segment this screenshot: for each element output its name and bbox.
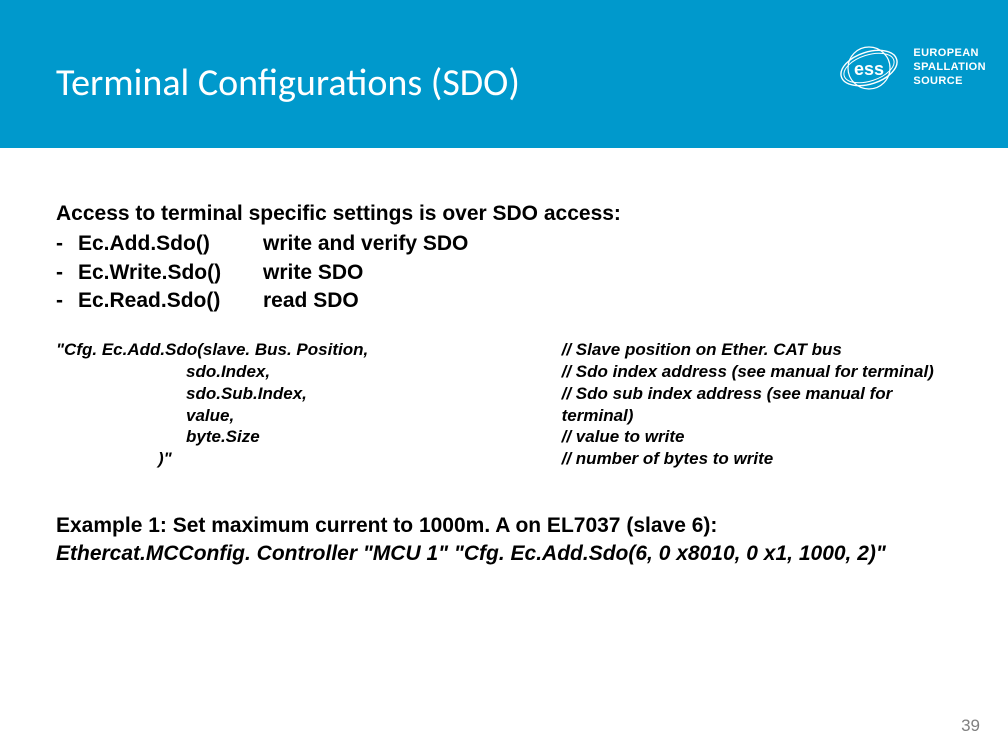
ess-logo-mark: ess xyxy=(837,36,901,100)
code-end: )" xyxy=(56,448,507,470)
function-desc: write SDO xyxy=(263,259,363,287)
code-comments: // Slave position on Ether. CAT bus // S… xyxy=(562,339,952,470)
comment-line: // Slave position on Ether. CAT bus xyxy=(562,339,952,361)
intro-text: Access to terminal specific settings is … xyxy=(56,200,952,228)
code-block: "Cfg. Ec.Add.Sdo(slave. Bus. Position, s… xyxy=(56,339,952,470)
function-row: - Ec.Read.Sdo() read SDO xyxy=(56,287,952,315)
bullet-dash: - xyxy=(56,259,78,287)
bullet-dash: - xyxy=(56,287,78,315)
code-line: "Cfg. Ec.Add.Sdo(slave. Bus. Position, xyxy=(56,339,507,361)
function-desc: read SDO xyxy=(263,287,359,315)
function-row: - Ec.Add.Sdo() write and verify SDO xyxy=(56,230,952,258)
comment-line: // number of bytes to write xyxy=(562,448,952,470)
function-list: - Ec.Add.Sdo() write and verify SDO - Ec… xyxy=(56,230,952,315)
code-params: "Cfg. Ec.Add.Sdo(slave. Bus. Position, s… xyxy=(56,339,507,470)
slide-body: Access to terminal specific settings is … xyxy=(0,148,1008,569)
slide-title: Terminal Configurations (SDO) xyxy=(56,60,520,106)
code-line: sdo.Sub.Index, xyxy=(56,383,507,405)
code-line: sdo.Index, xyxy=(56,361,507,383)
ess-abbrev: ess xyxy=(854,59,884,79)
function-name: Ec.Add.Sdo() xyxy=(78,230,263,258)
function-row: - Ec.Write.Sdo() write SDO xyxy=(56,259,952,287)
page-number: 39 xyxy=(961,716,980,736)
ess-logo: ess EUROPEAN SPALLATION SOURCE xyxy=(837,36,986,100)
function-name: Ec.Read.Sdo() xyxy=(78,287,263,315)
logo-line: SPALLATION xyxy=(913,61,986,75)
slide-header: Terminal Configurations (SDO) ess EUROPE… xyxy=(0,0,1008,148)
example-title: Example 1: Set maximum current to 1000m.… xyxy=(56,512,952,540)
logo-line: SOURCE xyxy=(913,75,986,89)
function-name: Ec.Write.Sdo() xyxy=(78,259,263,287)
comment-line: // value to write xyxy=(562,426,952,448)
code-line: value, xyxy=(56,405,507,427)
bullet-dash: - xyxy=(56,230,78,258)
example-code: Ethercat.MCConfig. Controller "MCU 1" "C… xyxy=(56,540,952,568)
comment-line: // Sdo index address (see manual for ter… xyxy=(562,361,952,383)
function-desc: write and verify SDO xyxy=(263,230,468,258)
code-line: byte.Size xyxy=(56,426,507,448)
example-block: Example 1: Set maximum current to 1000m.… xyxy=(56,512,952,569)
comment-line: // Sdo sub index address (see manual for… xyxy=(562,383,952,427)
ess-logo-text: EUROPEAN SPALLATION SOURCE xyxy=(913,47,986,88)
logo-line: EUROPEAN xyxy=(913,47,986,61)
